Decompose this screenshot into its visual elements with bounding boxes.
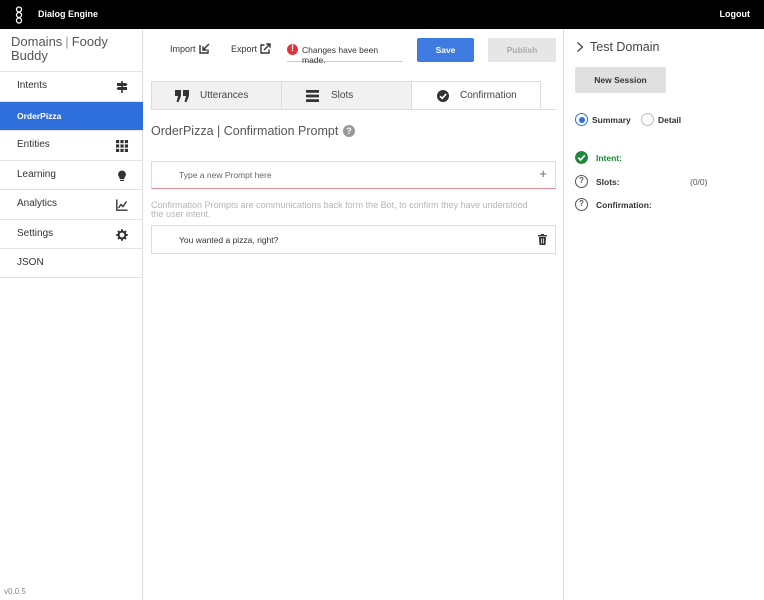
import-label: Import [170,44,196,54]
tab-bar: Utterances Slots Confirmation [151,81,541,110]
summary-radio[interactable] [575,113,588,126]
sidebar-item-orderpizza[interactable]: OrderPizza [0,100,143,130]
top-bar: Dialog Engine Logout [0,0,764,29]
sidebar-item-settings[interactable]: Settings [0,218,143,249]
sidebar-item-label: OrderPizza [17,110,62,121]
list-item: You wanted a pizza, right? [151,225,556,254]
sidebar-item-label: Entities [17,139,50,150]
gear-icon [116,228,128,241]
tab-label: Slots [331,90,354,101]
new-prompt-box: + [151,161,556,189]
tab-slots[interactable]: Slots [281,81,412,110]
tab-utterances[interactable]: Utterances [151,81,282,110]
sidebar: Domains | Foody Buddy Intents OrderPizza E… [0,29,143,600]
sidebar-item-label: Analytics [17,198,58,209]
breadcrumb-domains[interactable]: Domains [11,34,62,49]
signpost-icon [116,81,128,93]
import-button[interactable]: Import [170,43,210,54]
page-title: OrderPizza | Confirmation Prompt [151,124,339,138]
alert-icon [287,43,298,55]
logout-link[interactable]: Logout [720,9,751,19]
grid-icon [116,140,128,152]
tab-divider [151,109,556,110]
new-prompt-input[interactable] [179,170,519,180]
detail-radio[interactable] [641,113,654,126]
sidebar-item-label: Intents [17,80,48,91]
check-circle-icon [575,151,588,164]
save-button[interactable]: Save [417,38,474,62]
tab-label: Utterances [200,90,249,101]
panel-title: Test Domain [590,40,660,54]
check-circle-icon [437,90,449,102]
changes-message: Changes have been made. [302,45,379,65]
export-icon [260,43,271,54]
export-button[interactable]: Export [231,43,271,54]
chevron-right-icon[interactable] [576,42,584,52]
test-domain-panel: Test Domain New Session Summary Detail I… [563,29,764,600]
tab-label: Confirmation [460,90,517,101]
chart-line-icon [116,199,128,211]
import-icon [199,43,210,54]
prompt-text: You wanted a pizza, right? [179,235,279,245]
status-label: Slots: [596,177,620,187]
help-icon[interactable]: ? [343,125,355,137]
detail-radio-label[interactable]: Detail [658,115,681,125]
status-slots: ? Slots: (0/0) [575,175,755,189]
quote-icon [175,90,189,102]
sidebar-item-learning[interactable]: Learning [0,159,143,190]
sidebar-nav: Intents OrderPizza Entities Learning Ana… [0,71,143,278]
status-value: (0/0) [690,177,708,187]
sidebar-item-entities[interactable]: Entities [0,130,143,160]
add-prompt-icon[interactable]: + [539,166,547,181]
logo-icon [15,6,23,24]
sidebar-item-label: Learning [17,168,56,180]
question-circle-icon: ? [575,175,588,188]
publish-button[interactable]: Publish [488,38,556,62]
sidebar-item-label: Settings [17,227,54,239]
new-session-button[interactable]: New Session [575,67,666,93]
changes-notice: Changes have been made. [287,36,403,65]
breadcrumb-separator: | [65,34,69,49]
app-title: Dialog Engine [38,9,99,19]
tab-confirmation[interactable]: Confirmation [411,81,541,110]
version-label: v0.0.5 [4,587,26,596]
sidebar-item-json[interactable]: JSON [0,248,143,278]
sidebar-item-label: JSON [17,257,44,268]
summary-radio-label[interactable]: Summary [592,115,631,125]
lightbulb-icon [118,170,126,181]
list-icon [306,90,319,102]
trash-icon[interactable] [538,234,547,245]
prompt-description: Confirmation Prompts are communications … [151,200,528,219]
sidebar-item-analytics[interactable]: Analytics [0,189,143,219]
status-label: Intent: [596,153,622,163]
status-label: Confirmation: [596,200,652,210]
export-label: Export [231,44,258,54]
question-circle-icon: ? [575,198,588,211]
breadcrumb: Domains | Foody Buddy [11,35,139,63]
sidebar-item-intents[interactable]: Intents [0,71,143,101]
